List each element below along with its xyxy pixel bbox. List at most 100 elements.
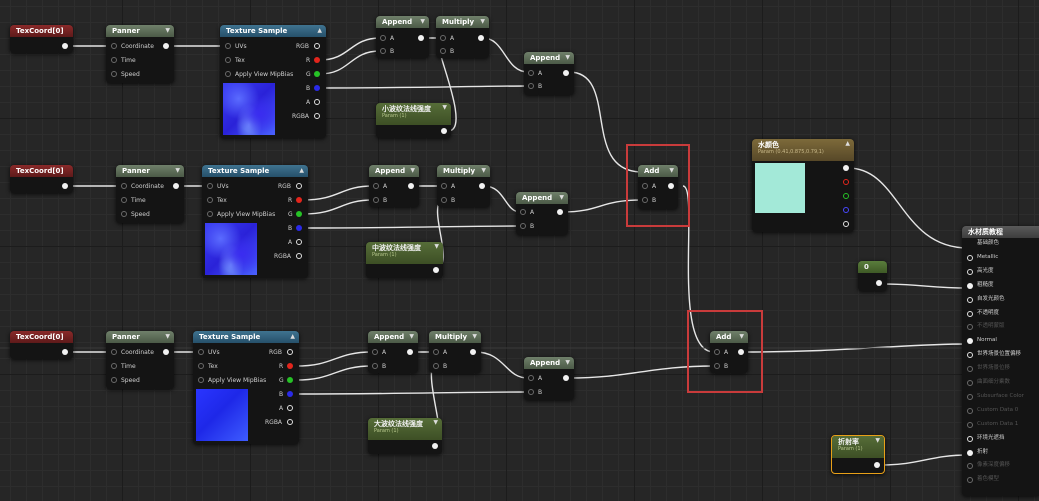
a-pin[interactable] [296,239,302,245]
g-pin[interactable] [296,211,302,217]
chevron-down-icon[interactable]: ▼ [565,357,570,369]
coordinate-pin[interactable] [121,183,127,189]
chevron-down-icon[interactable]: ▼ [472,331,477,343]
uvs-pin[interactable] [198,349,204,355]
result-input-pin[interactable] [967,463,973,470]
add-node-2[interactable]: Add ▼ A B [710,331,748,373]
chevron-down-icon[interactable]: ▼ [565,52,570,64]
b-in-pin[interactable] [714,363,720,369]
append-node-2b[interactable]: Append ▼ A B [516,192,568,235]
constant-zero-node[interactable]: 0 [858,261,887,291]
b-in-pin[interactable] [372,363,378,369]
r-pin[interactable] [296,197,302,203]
chevron-down-icon[interactable]: ▼ [559,192,564,204]
result-input-pin[interactable] [967,407,973,414]
result-input-pin[interactable] [967,366,973,373]
result-input-pin[interactable] [967,241,973,247]
chevron-down-icon[interactable]: ▼ [165,25,170,37]
material-result-node[interactable]: 水材质教程 基础颜色 Metallic 高光度 粗糙度 自发光颜色 不透明度 不透明蒙版 No… [962,226,1039,496]
append-node-1a[interactable]: Append ▼ A B [376,16,429,58]
time-pin[interactable] [111,363,117,369]
a-in-pin[interactable] [520,209,526,215]
tex-pin[interactable] [207,197,213,203]
rgb-pin[interactable] [296,183,302,189]
coordinate-pin[interactable] [111,349,117,355]
a-in-pin[interactable] [441,183,447,189]
mipbias-pin[interactable] [225,71,231,77]
chevron-down-icon[interactable]: ▼ [480,16,485,28]
result-input-pin[interactable] [967,477,973,484]
speed-pin[interactable] [111,71,117,77]
output-pin[interactable] [432,443,438,449]
speed-pin[interactable] [121,211,127,217]
output-pin[interactable] [407,349,413,355]
result-input-pin[interactable] [967,338,973,345]
r-pin[interactable] [843,179,849,185]
b-in-pin[interactable] [380,48,386,54]
b-pin[interactable] [296,225,302,231]
g-pin[interactable] [843,193,849,199]
chevron-down-icon[interactable]: ▼ [669,165,674,177]
chevron-down-icon[interactable]: ▼ [165,331,170,343]
a-pin[interactable] [287,405,293,411]
a-in-pin[interactable] [440,35,446,41]
rgb-pin[interactable] [314,43,320,49]
a-pin[interactable] [314,99,320,105]
a-in-pin[interactable] [373,183,379,189]
mipbias-pin[interactable] [207,211,213,217]
param-small-ripple-normal[interactable]: 小波纹法线强度 ▼ Param (1) [376,103,451,138]
result-input-pin[interactable] [967,352,973,359]
output-pin[interactable] [876,280,882,286]
a-pin[interactable] [843,221,849,227]
chevron-down-icon[interactable]: ▼ [481,165,486,177]
chevron-down-icon[interactable]: ▼ [442,103,447,113]
texture-sample-node-1[interactable]: Texture Sample ▲ UVs RGB Tex R Apply View… [220,25,326,138]
a-in-pin[interactable] [642,183,648,189]
chevron-down-icon[interactable]: ▼ [175,165,180,177]
output-pin[interactable] [478,35,484,41]
output-pin[interactable] [668,183,674,189]
output-pin[interactable] [563,70,569,76]
rgba-pin[interactable] [314,113,320,119]
multiply-node-2[interactable]: Multiply ▼ A B [437,165,490,207]
a-in-pin[interactable] [528,70,534,76]
result-input-pin[interactable] [967,380,973,386]
output-pin[interactable] [738,349,744,355]
chevron-down-icon[interactable]: ▼ [739,331,744,343]
output-pin[interactable] [163,349,169,355]
b-in-pin[interactable] [642,197,648,203]
a-in-pin[interactable] [433,349,439,355]
rgba-pin[interactable] [287,419,293,425]
r-pin[interactable] [287,363,293,369]
result-input-pin[interactable] [967,421,973,428]
result-input-pin[interactable] [967,268,973,275]
result-input-pin[interactable] [967,435,973,442]
panner-node-2[interactable]: Panner ▼ Coordinate Time Speed [116,165,184,223]
chevron-down-icon[interactable]: ▼ [875,436,880,446]
chevron-down-icon[interactable]: ▼ [409,331,414,343]
panner-node-3[interactable]: Panner ▼ Coordinate Time Speed [106,331,174,389]
result-input-pin[interactable] [967,324,973,331]
refraction-param-node[interactable]: 折射率 ▼ Param (1) [831,435,885,474]
output-pin[interactable] [62,183,68,189]
result-input-pin[interactable] [967,282,973,289]
material-graph-canvas[interactable]: TexCoord[0] Panner ▼ Coordinate Time Spee… [0,0,1039,501]
chevron-down-icon[interactable]: ▼ [433,418,438,428]
speed-pin[interactable] [111,377,117,383]
a-in-pin[interactable] [714,349,720,355]
output-pin[interactable] [874,462,880,468]
b-pin[interactable] [843,207,849,213]
result-input-pin[interactable] [967,449,973,456]
tex-pin[interactable] [225,57,231,63]
result-input-pin[interactable] [967,393,973,400]
g-pin[interactable] [314,71,320,77]
texcoord-node-2[interactable]: TexCoord[0] [10,165,73,193]
chevron-up-icon[interactable]: ▲ [317,25,322,37]
multiply-node-1[interactable]: Multiply ▼ A B [436,16,489,58]
texture-sample-node-2[interactable]: Texture Sample ▲ UVs RGB Tex R Apply View… [202,165,308,278]
b-in-pin[interactable] [528,389,534,395]
mipbias-pin[interactable] [198,377,204,383]
chevron-up-icon[interactable]: ▲ [299,165,304,177]
texcoord-node-1[interactable]: TexCoord[0] [10,25,73,53]
output-pin[interactable] [433,267,439,273]
